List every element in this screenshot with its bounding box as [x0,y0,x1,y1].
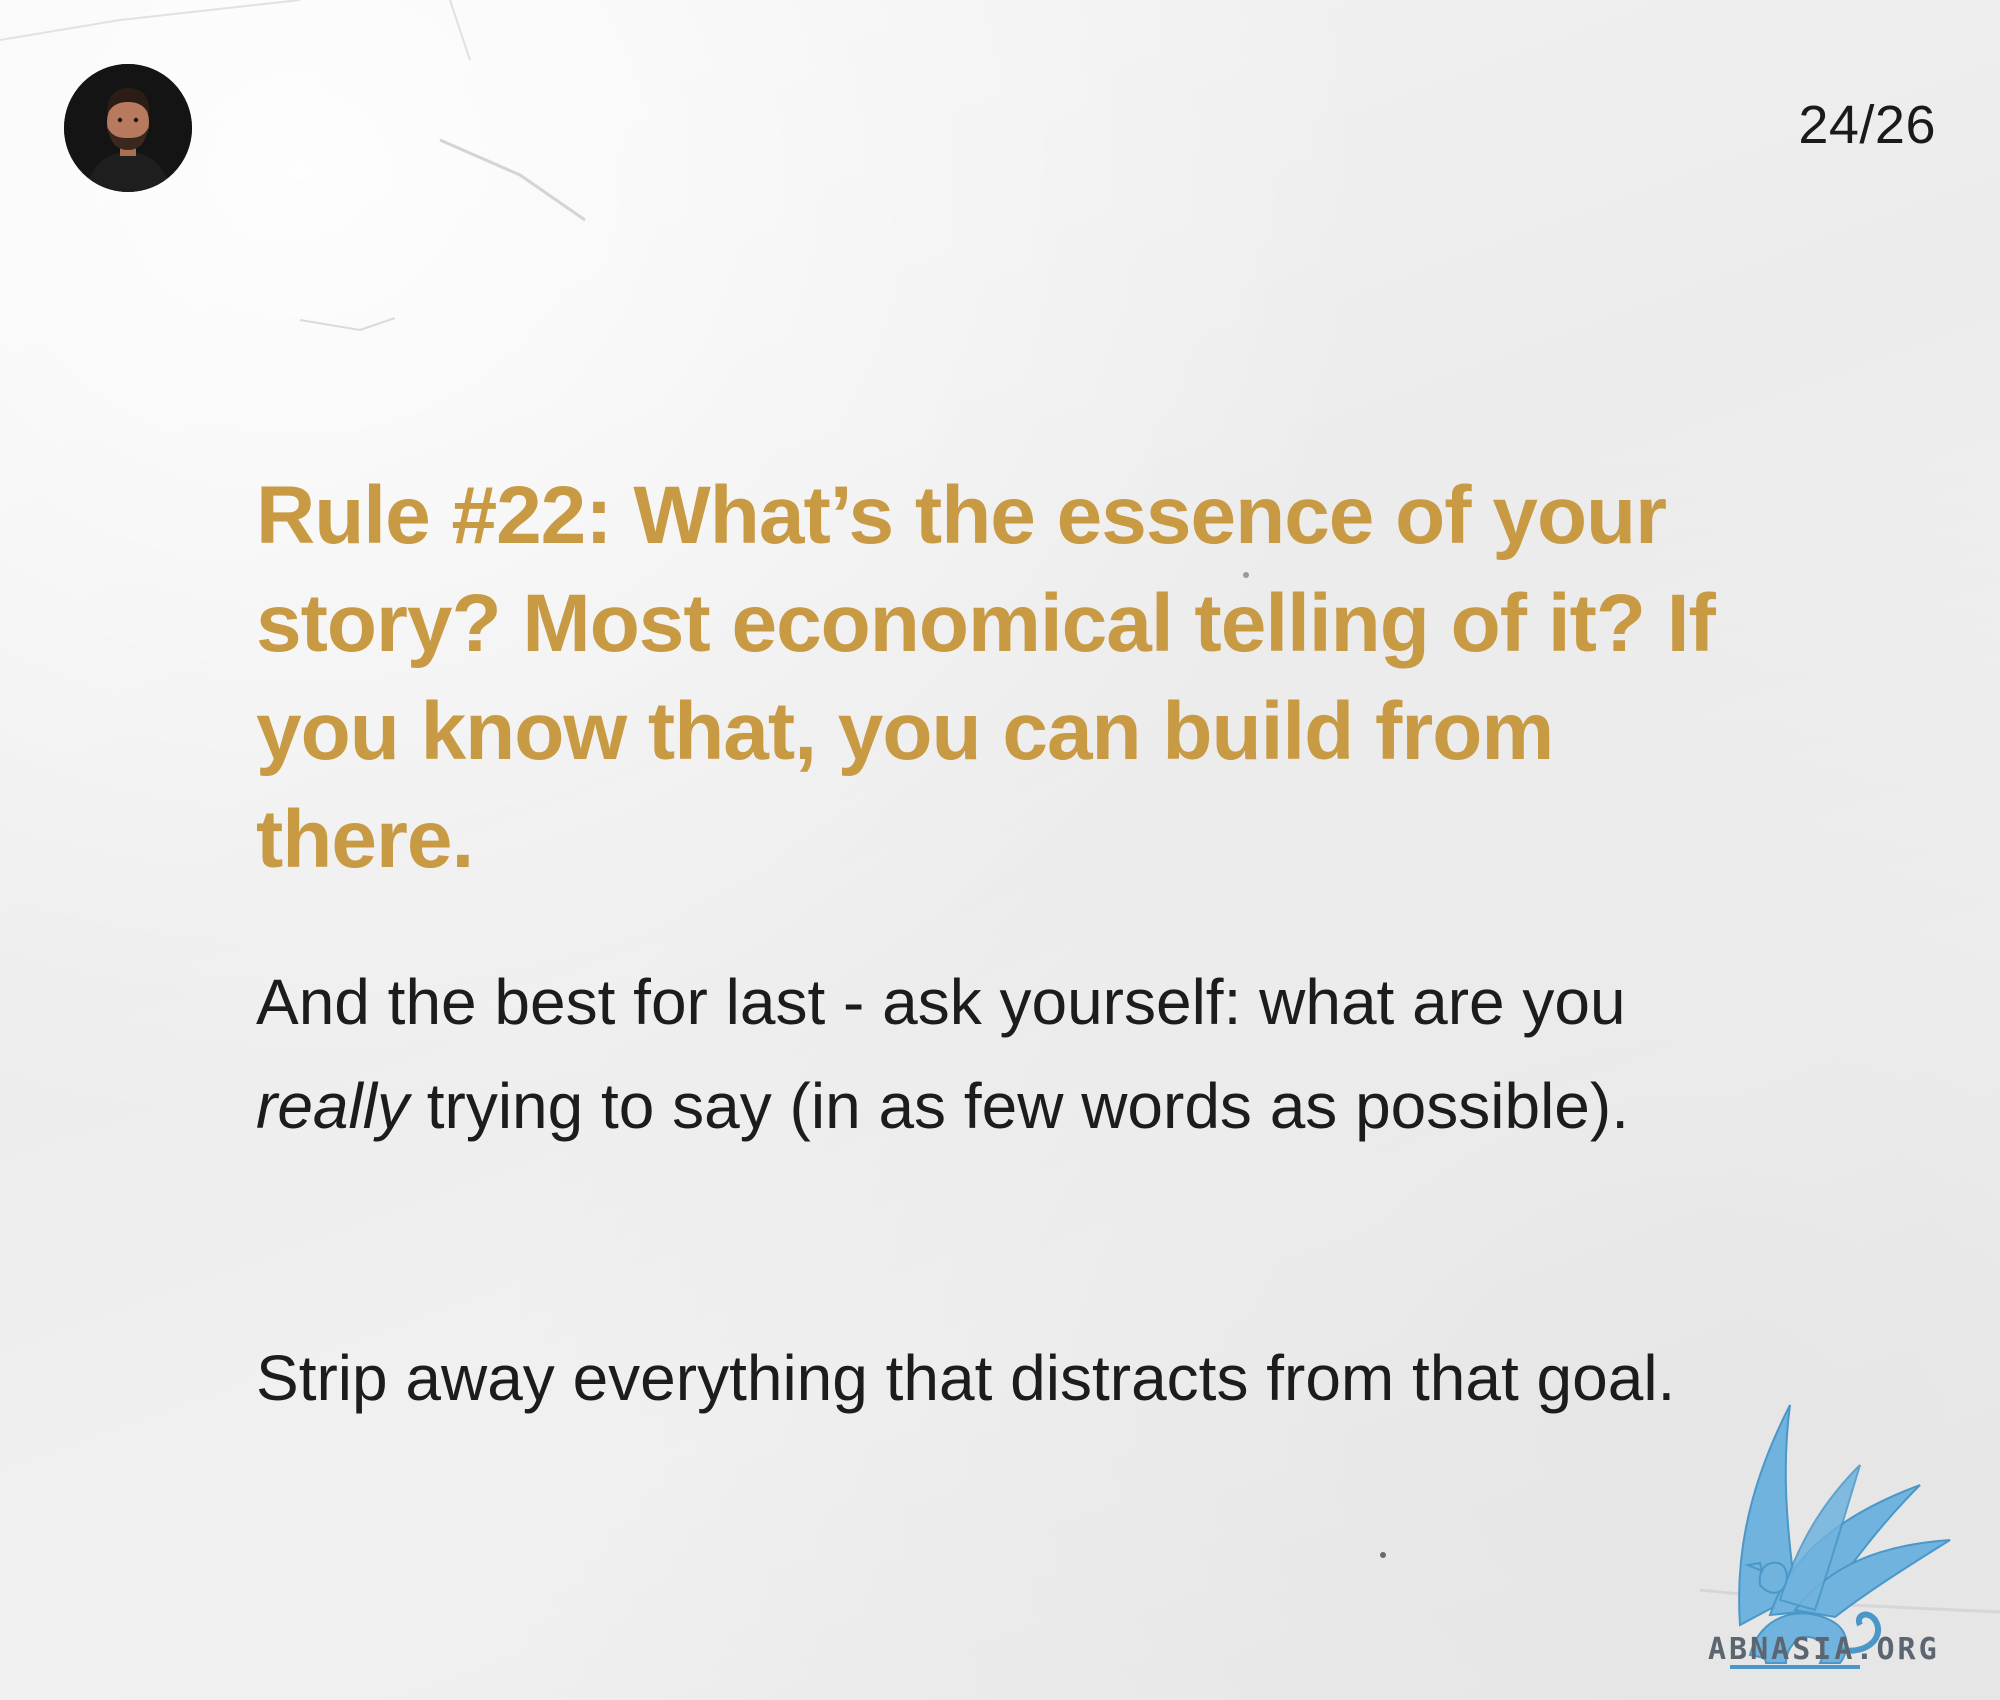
body-paragraph-1: And the best for last - ask yourself: wh… [256,950,1676,1158]
slide-page: 24/26 Rule #22: What’s the essence of yo… [0,0,2000,1700]
body-paragraph-1-start: And the best for last - ask yourself: wh… [256,966,1626,1038]
author-avatar [64,64,192,192]
body-paragraph-1-end: trying to say (in as few words as possib… [408,1070,1629,1142]
person-portrait-icon [64,64,192,192]
emphasis-text: really [256,1070,409,1142]
page-counter: 24/26 [1798,95,1936,155]
body-paragraph-2: Strip away everything that distracts fro… [256,1342,1676,1414]
watermark-text: ABNASIA.ORG [1708,1632,1940,1667]
rule-heading: Rule #22: What’s the essence of your sto… [256,470,1716,885]
